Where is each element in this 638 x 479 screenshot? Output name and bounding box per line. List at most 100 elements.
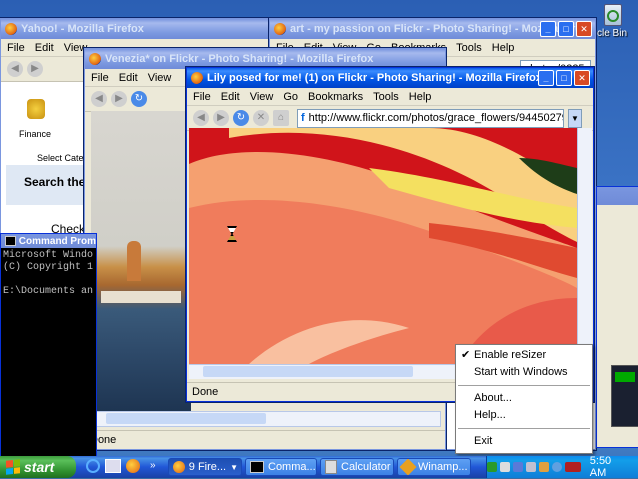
tray-icon[interactable] <box>512 462 523 472</box>
maximize-icon[interactable]: □ <box>558 21 574 37</box>
menu-item-start-with-windows[interactable]: Start with Windows <box>456 364 592 381</box>
quick-launch-chevron-icon[interactable]: » <box>150 460 156 471</box>
calculator-window-edge[interactable] <box>596 186 638 448</box>
forward-icon[interactable]: ▶ <box>213 110 229 126</box>
search-panel: Search the W <box>6 165 100 205</box>
desktop-icon[interactable] <box>105 459 121 473</box>
cmd-output: Microsoft Windo (C) Copyright 1 E:\Docum… <box>1 248 96 298</box>
firefox-icon <box>89 53 101 65</box>
close-icon[interactable]: ✕ <box>576 21 592 37</box>
menu-file[interactable]: File <box>193 91 211 103</box>
menu-file[interactable]: File <box>91 72 109 84</box>
menu-item-exit[interactable]: Exit <box>456 433 592 450</box>
site-favicon: f <box>301 112 305 124</box>
horizontal-scrollbar[interactable] <box>91 411 441 427</box>
menu-item-label: Help... <box>474 409 506 421</box>
firefox-icon <box>274 23 286 35</box>
vertical-scrollbar[interactable] <box>577 128 592 364</box>
close-icon[interactable]: ✕ <box>574 70 590 86</box>
cmd-titlebar[interactable]: Command Prom <box>1 234 96 248</box>
minimize-icon[interactable]: _ <box>538 70 554 86</box>
menu-file[interactable]: File <box>7 42 25 54</box>
recycle-bin-label: ycle Bin <box>592 28 628 39</box>
recycle-bin[interactable]: ycle Bin <box>592 2 638 42</box>
back-icon[interactable]: ◀ <box>7 61 23 77</box>
menu-separator <box>458 385 590 386</box>
window-yahoo-titlebar[interactable]: Yahoo! - Mozilla Firefox <box>1 19 271 39</box>
firefox-icon <box>191 72 203 84</box>
firefox-icon <box>5 23 17 35</box>
cmd-icon <box>5 236 16 246</box>
window-title: art - my passion on Flickr - Photo Shari… <box>290 23 582 35</box>
menubar: File Edit View Go Bookmarks Tools Help <box>187 88 593 106</box>
calculator-icon <box>325 460 337 474</box>
reload-icon[interactable]: ↻ <box>131 91 147 107</box>
menu-go[interactable]: Go <box>283 91 298 103</box>
back-icon[interactable]: ◀ <box>193 110 209 126</box>
taskbar-button-command[interactable]: Comma... <box>245 458 317 476</box>
taskbar-button-calculator[interactable]: Calculator <box>320 458 394 476</box>
window-title: Command Prom <box>18 235 96 247</box>
back-icon[interactable]: ◀ <box>91 91 107 107</box>
stop-icon[interactable]: ✕ <box>253 110 269 126</box>
url-field[interactable]: f http://www.flickr.com/photos/grace_flo… <box>297 108 564 128</box>
lily-photo <box>189 128 577 364</box>
menu-edit[interactable]: Edit <box>35 42 54 54</box>
menu-item-enable-resizer[interactable]: ✔ Enable reSizer <box>456 347 592 364</box>
tray-icon[interactable] <box>525 462 536 472</box>
cmd-line: Microsoft Windo <box>3 250 94 261</box>
menu-tools[interactable]: Tools <box>373 91 399 103</box>
reload-icon[interactable]: ↻ <box>233 110 249 126</box>
taskbar-button-label: Calculator <box>341 461 391 473</box>
clock[interactable]: 5:50 AM <box>590 455 630 479</box>
cmd-line: (C) Copyright 1 <box>3 262 94 273</box>
taskbar-button-winamp[interactable]: Winamp... <box>397 458 471 476</box>
window-venezia-titlebar[interactable]: Venezia* on Flickr - Photo Sharing! - Mo… <box>85 49 445 69</box>
menu-view[interactable]: View <box>250 91 274 103</box>
venezia-photo <box>91 111 191 411</box>
tray-icon[interactable] <box>551 462 562 472</box>
menu-item-help[interactable]: Help... <box>456 407 592 424</box>
finance-icon[interactable] <box>27 99 45 119</box>
ie-icon[interactable] <box>86 459 100 473</box>
taskbar-button-label: 9 Fire... <box>188 461 227 473</box>
taskbar-button-label: Comma... <box>268 461 316 473</box>
ati-icon[interactable] <box>564 462 581 472</box>
url-dropdown-icon[interactable]: ▼ <box>568 108 582 128</box>
tray-icon[interactable] <box>538 462 549 472</box>
group-dropdown-icon: ▼ <box>230 462 238 472</box>
window-lily-titlebar[interactable]: Lily posed for me! (1) on Flickr - Photo… <box>187 68 593 88</box>
finance-link[interactable]: Finance <box>19 129 51 139</box>
firefox-icon <box>173 461 185 473</box>
menu-help[interactable]: Help <box>409 91 432 103</box>
maximize-icon[interactable]: □ <box>556 70 572 86</box>
checkmark-icon: ✔ <box>461 349 471 361</box>
menu-edit[interactable]: Edit <box>221 91 240 103</box>
status-bar: Done <box>85 430 445 449</box>
window-title: Venezia* on Flickr - Photo Sharing! - Mo… <box>105 53 374 65</box>
window-command-prompt[interactable]: Command Prom Microsoft Windo (C) Copyrig… <box>0 233 97 459</box>
cmd-line: E:\Documents an <box>3 286 94 297</box>
menu-item-about[interactable]: About... <box>456 390 592 407</box>
home-icon[interactable]: ⌂ <box>273 110 289 126</box>
forward-icon[interactable]: ▶ <box>27 61 43 77</box>
firefox-quicklaunch-icon[interactable] <box>126 459 140 473</box>
tray-icon[interactable] <box>487 462 497 472</box>
menu-view[interactable]: View <box>148 72 172 84</box>
url-text: http://www.flickr.com/photos/grace_flowe… <box>308 112 564 124</box>
tray-icon[interactable] <box>499 462 510 472</box>
forward-icon[interactable]: ▶ <box>111 91 127 107</box>
menu-bookmarks[interactable]: Bookmarks <box>308 91 363 103</box>
taskbar-button-firefox[interactable]: 9 Fire... ▼ <box>168 458 242 476</box>
minimize-icon[interactable]: _ <box>540 21 556 37</box>
menu-tools[interactable]: Tools <box>456 42 482 54</box>
menu-edit[interactable]: Edit <box>119 72 138 84</box>
select-category[interactable]: Select Categ <box>37 153 89 163</box>
lily-photo-art <box>189 128 577 364</box>
start-button[interactable]: start <box>0 456 76 478</box>
winamp-display <box>611 365 638 427</box>
menu-item-label: Exit <box>474 435 493 447</box>
window-art-titlebar[interactable]: art - my passion on Flickr - Photo Shari… <box>270 19 595 39</box>
quick-launch <box>86 459 140 473</box>
menu-help[interactable]: Help <box>492 42 515 54</box>
